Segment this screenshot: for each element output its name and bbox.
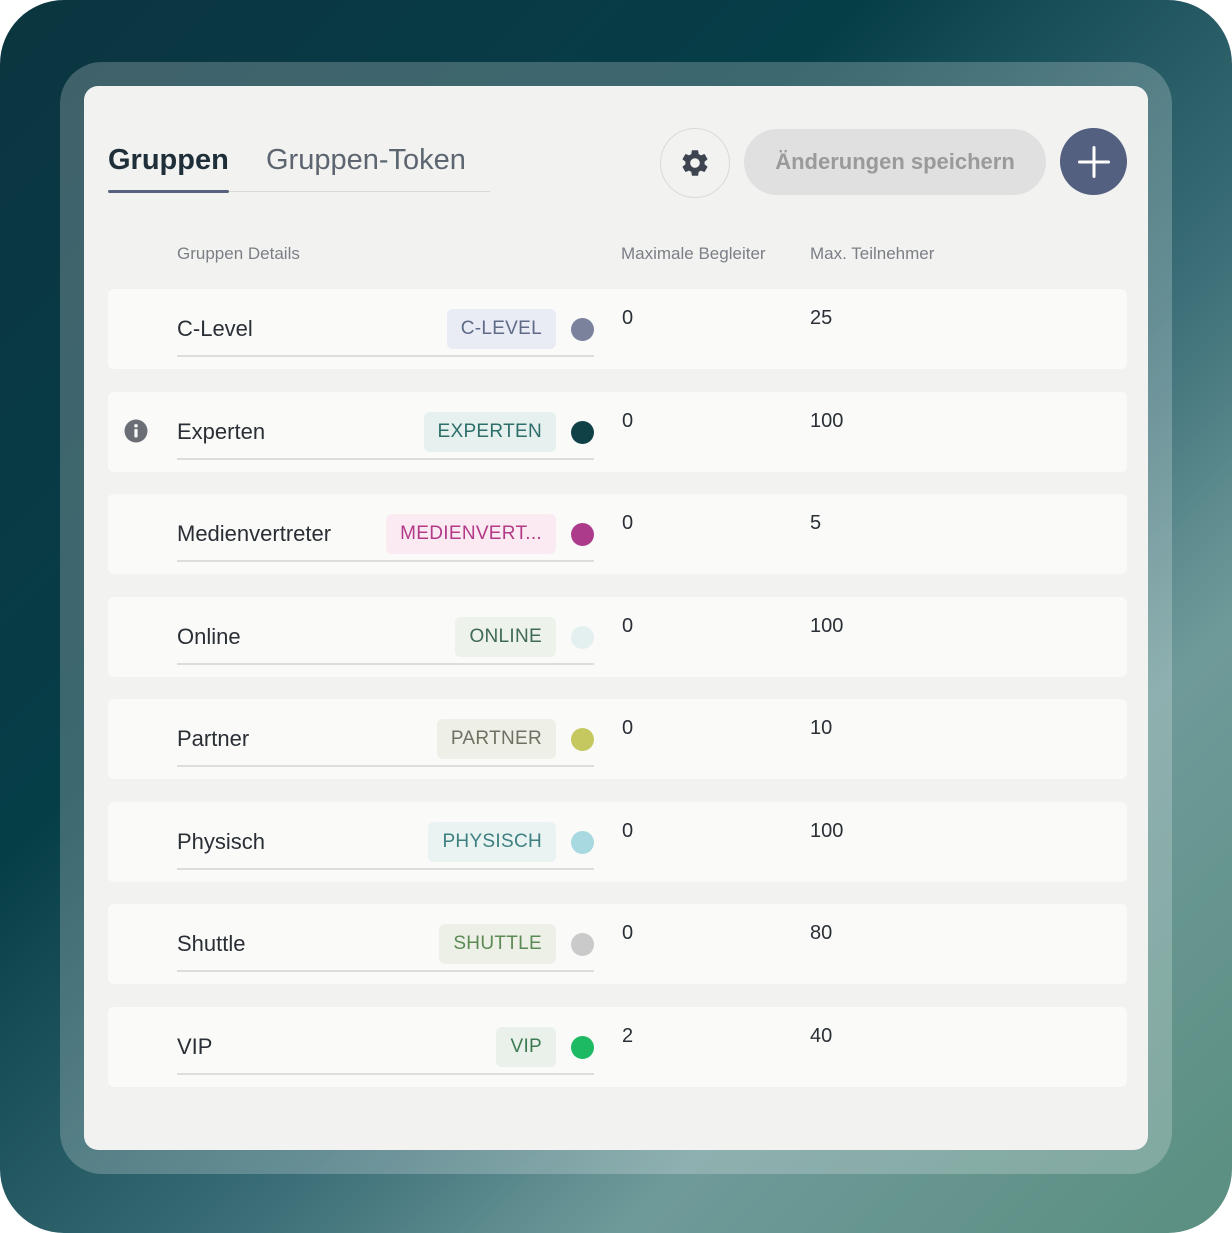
group-tag: SHUTTLE <box>439 924 556 964</box>
group-details: Experten EXPERTEN <box>177 392 594 460</box>
tab-bar: Gruppen Gruppen-Token <box>108 136 490 193</box>
max-teilnehmer-value[interactable]: 5 <box>810 512 821 535</box>
group-tag: EXPERTEN <box>423 411 556 452</box>
max-begleiter-value[interactable]: 0 <box>622 717 633 740</box>
group-row[interactable]: Online ONLINE 0 100 <box>108 596 1127 677</box>
group-row[interactable]: Partner PARTNER 0 10 <box>108 699 1127 779</box>
group-details: Medienvertreter MEDIENVERT... <box>177 494 594 562</box>
group-name: Physisch <box>177 828 266 854</box>
group-list: C-Level C-LEVEL 0 25 Experten EXPERTEN 0… <box>108 289 1127 1109</box>
group-color-dot[interactable] <box>571 420 594 444</box>
column-header-begleiter: Maximale Begleiter <box>621 244 766 263</box>
max-begleiter-value[interactable]: 0 <box>622 307 633 330</box>
group-name: VIP <box>177 1033 213 1059</box>
max-begleiter-value[interactable]: 0 <box>622 410 633 433</box>
group-name: Experten <box>177 418 266 444</box>
save-changes-button[interactable]: Änderungen speichern <box>744 129 1046 195</box>
group-details: VIP VIP <box>177 1007 594 1075</box>
group-color-dot[interactable] <box>571 830 594 854</box>
gear-icon <box>682 150 708 176</box>
tab-gruppen[interactable]: Gruppen <box>108 142 229 193</box>
group-color-dot[interactable] <box>571 1035 594 1059</box>
max-teilnehmer-value[interactable]: 100 <box>810 410 843 433</box>
max-begleiter-value[interactable]: 0 <box>622 922 633 945</box>
group-row[interactable]: Medienvertreter MEDIENVERT... 0 5 <box>108 494 1127 574</box>
group-tag: MEDIENVERT... <box>386 514 556 554</box>
max-teilnehmer-value[interactable]: 100 <box>810 820 843 843</box>
group-details: Shuttle SHUTTLE <box>177 904 594 972</box>
group-color-dot[interactable] <box>571 318 594 341</box>
group-tag: ONLINE <box>455 616 556 657</box>
group-tag: VIP <box>496 1026 556 1067</box>
group-name: Medienvertreter <box>177 521 332 546</box>
group-row[interactable]: Physisch PHYSISCH 0 100 <box>108 801 1127 882</box>
app-backdrop: Gruppen Gruppen-Token Änderungen speiche… <box>0 0 1232 1233</box>
column-header-teilnehmer: Max. Teilnehmer <box>810 244 935 263</box>
add-group-button[interactable] <box>1060 128 1127 195</box>
tab-gruppen-token[interactable]: Gruppen-Token <box>266 142 466 178</box>
column-header-details: Gruppen Details <box>177 244 300 263</box>
group-name: Online <box>177 623 241 649</box>
group-details: Online ONLINE <box>177 597 594 665</box>
max-teilnehmer-value[interactable]: 100 <box>810 615 843 638</box>
group-color-dot[interactable] <box>571 728 594 751</box>
group-row[interactable]: Shuttle SHUTTLE 0 80 <box>108 904 1127 984</box>
max-begleiter-value[interactable]: 0 <box>622 820 633 843</box>
group-color-dot[interactable] <box>571 523 594 546</box>
groups-panel: Gruppen Gruppen-Token Änderungen speiche… <box>84 86 1148 1150</box>
plus-icon <box>1077 145 1110 178</box>
group-color-dot[interactable] <box>571 933 594 956</box>
group-row[interactable]: C-Level C-LEVEL 0 25 <box>108 289 1127 369</box>
max-begleiter-value[interactable]: 2 <box>622 1025 633 1048</box>
max-teilnehmer-value[interactable]: 80 <box>810 922 832 945</box>
group-tag: PHYSISCH <box>428 821 556 862</box>
max-begleiter-value[interactable]: 0 <box>622 512 633 535</box>
max-teilnehmer-value[interactable]: 40 <box>810 1025 832 1048</box>
max-teilnehmer-value[interactable]: 25 <box>810 307 832 330</box>
group-name: Shuttle <box>177 931 246 956</box>
max-begleiter-value[interactable]: 0 <box>622 615 633 638</box>
group-details: Physisch PHYSISCH <box>177 802 594 870</box>
group-name: C-Level <box>177 316 253 341</box>
group-tag: C-LEVEL <box>446 309 556 349</box>
group-row[interactable]: Experten EXPERTEN 0 100 <box>108 391 1127 472</box>
info-icon[interactable] <box>124 419 148 443</box>
group-color-dot[interactable] <box>571 625 594 649</box>
settings-button[interactable] <box>660 128 730 198</box>
group-tag: PARTNER <box>436 719 556 759</box>
group-details: Partner PARTNER <box>177 699 594 767</box>
group-details: C-Level C-LEVEL <box>177 289 594 357</box>
max-teilnehmer-value[interactable]: 10 <box>810 717 832 740</box>
group-row[interactable]: VIP VIP 2 40 <box>108 1006 1127 1087</box>
group-name: Partner <box>177 726 250 751</box>
